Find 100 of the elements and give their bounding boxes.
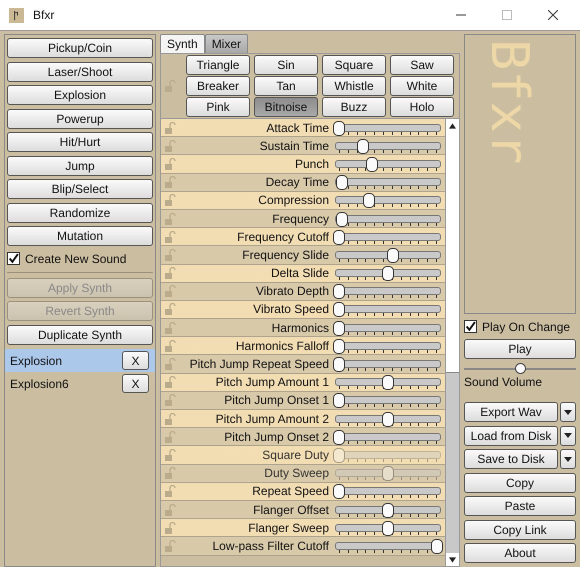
slider-thumb[interactable] [333, 338, 345, 354]
preset-button[interactable]: Explosion [7, 85, 153, 105]
slider-thumb[interactable] [333, 393, 345, 408]
parameter-slider[interactable] [333, 174, 443, 190]
preset-button[interactable]: Mutation [7, 226, 153, 246]
close-icon[interactable] [548, 10, 558, 20]
caret-icon [564, 433, 572, 438]
remove-sound-button[interactable]: X [122, 374, 149, 393]
dropdown-button[interactable] [560, 426, 576, 446]
checkbox-label: Create New Sound [25, 252, 126, 266]
parameter-slider[interactable] [333, 483, 443, 500]
caret-icon [564, 410, 572, 414]
waveform-button[interactable]: Sin [254, 55, 318, 75]
parameter-slider[interactable] [333, 538, 443, 554]
slider-thumb[interactable] [386, 248, 399, 263]
dropdown-button[interactable] [560, 402, 576, 422]
parameter-slider[interactable] [333, 428, 443, 445]
file-button[interactable]: Export Wav [464, 402, 558, 422]
waveform-button[interactable]: Tan [254, 76, 318, 96]
parameter-slider[interactable] [333, 520, 443, 536]
slider-thumb[interactable] [336, 175, 348, 190]
slider-thumb[interactable] [382, 266, 394, 282]
preset-button[interactable]: Hit/Hurt [7, 132, 153, 152]
sound-list-item[interactable]: Explosion6 X [5, 372, 155, 395]
parameter-label: Pitch Jump Amount 1 [214, 375, 330, 390]
parameter-slider[interactable] [333, 356, 443, 372]
slider-thumb[interactable] [382, 502, 394, 518]
parameter-label: Pitch Jump Onset 1 [223, 393, 330, 408]
parameter-slider[interactable] [333, 392, 443, 408]
parameter-label: Flanger Sweep [247, 520, 330, 535]
parameter-slider[interactable] [333, 301, 443, 318]
parameter-slider[interactable] [333, 374, 443, 390]
slider-thumb[interactable] [336, 212, 348, 227]
parameter-slider[interactable] [333, 228, 443, 245]
file-button[interactable]: Copy Link [464, 520, 576, 540]
dropdown-button[interactable] [560, 449, 576, 469]
waveform-button[interactable]: Holo [390, 97, 454, 117]
parameter-slider[interactable] [333, 410, 443, 427]
waveform-button[interactable]: Pink [186, 97, 250, 117]
preset-button[interactable]: Randomize [7, 202, 153, 222]
parameter-slider[interactable] [333, 156, 443, 172]
preset-button[interactable]: Blip/Select [7, 179, 153, 199]
slider-thumb[interactable] [431, 538, 443, 554]
file-button[interactable]: Copy [464, 472, 576, 492]
slider-thumb[interactable] [333, 284, 345, 300]
waveform-button[interactable]: Saw [390, 55, 454, 75]
synth-button[interactable]: Duplicate Synth [7, 324, 153, 344]
slider-thumb[interactable] [382, 412, 394, 427]
checkbox[interactable] [7, 252, 20, 265]
parameter-slider[interactable] [333, 283, 443, 300]
waveform-button[interactable]: Breaker [186, 76, 250, 96]
preset-button[interactable]: Pickup/Coin [7, 38, 153, 58]
slider-thumb[interactable] [382, 375, 394, 390]
waveform-button[interactable]: Triangle [186, 55, 250, 75]
waveform-button[interactable]: Buzz [322, 97, 386, 117]
remove-sound-button[interactable]: X [122, 351, 149, 370]
slider-thumb[interactable] [333, 357, 345, 372]
parameter-slider[interactable] [333, 120, 443, 136]
parameter-slider[interactable] [333, 320, 443, 336]
tab[interactable]: Mixer [204, 34, 248, 53]
slider-thumb[interactable] [382, 520, 394, 536]
slider-thumb[interactable] [363, 193, 376, 208]
slider-thumb[interactable] [333, 320, 345, 336]
waveform-button[interactable]: White [390, 76, 454, 96]
preset-button[interactable]: Jump [7, 156, 153, 176]
sound-list-item[interactable]: Explosion X [5, 349, 155, 372]
slider-thumb[interactable] [333, 230, 345, 245]
parameter-label: Pitch Jump Amount 2 [214, 412, 330, 426]
slider-thumb[interactable] [333, 484, 345, 500]
create-new-sound-checkbox[interactable]: Create New Sound [7, 250, 153, 268]
parameter-label: Duty Sweep [263, 466, 330, 480]
tab[interactable]: Synth [160, 34, 205, 53]
parameter-slider[interactable] [333, 338, 443, 354]
parameter-label: Harmonics Falloff [234, 338, 330, 353]
waveform-button[interactable]: Bitnoise [254, 97, 318, 117]
slider-thumb[interactable] [333, 302, 345, 318]
play-on-change-checkbox[interactable]: Play On Change [464, 318, 576, 336]
play-button[interactable]: Play [464, 339, 576, 359]
file-button[interactable]: Save to Disk [464, 449, 558, 469]
file-button[interactable]: Paste [464, 496, 576, 516]
waveform-button[interactable]: Whistle [322, 76, 386, 96]
slider-thumb[interactable] [366, 156, 378, 172]
slider-thumb[interactable] [514, 362, 526, 374]
slider-thumb[interactable] [356, 138, 369, 154]
parameter-slider[interactable] [333, 246, 443, 263]
parameter-slider[interactable] [333, 265, 443, 282]
waveform-button[interactable]: Square [322, 55, 386, 75]
preset-button[interactable]: Laser/Shoot [7, 62, 153, 82]
file-button[interactable]: Load from Disk [464, 426, 558, 446]
parameter-slider[interactable] [333, 192, 443, 208]
parameter-slider[interactable] [333, 502, 443, 518]
parameter-slider[interactable] [333, 138, 443, 154]
slider-thumb[interactable] [333, 120, 345, 136]
parameter-slider[interactable] [333, 210, 443, 227]
volume-slider[interactable] [464, 362, 576, 374]
scrollbar[interactable] [445, 119, 459, 566]
slider-thumb[interactable] [333, 430, 345, 445]
preset-button[interactable]: Powerup [7, 108, 153, 128]
checkbox[interactable] [464, 320, 477, 333]
file-button[interactable]: About [464, 543, 576, 563]
